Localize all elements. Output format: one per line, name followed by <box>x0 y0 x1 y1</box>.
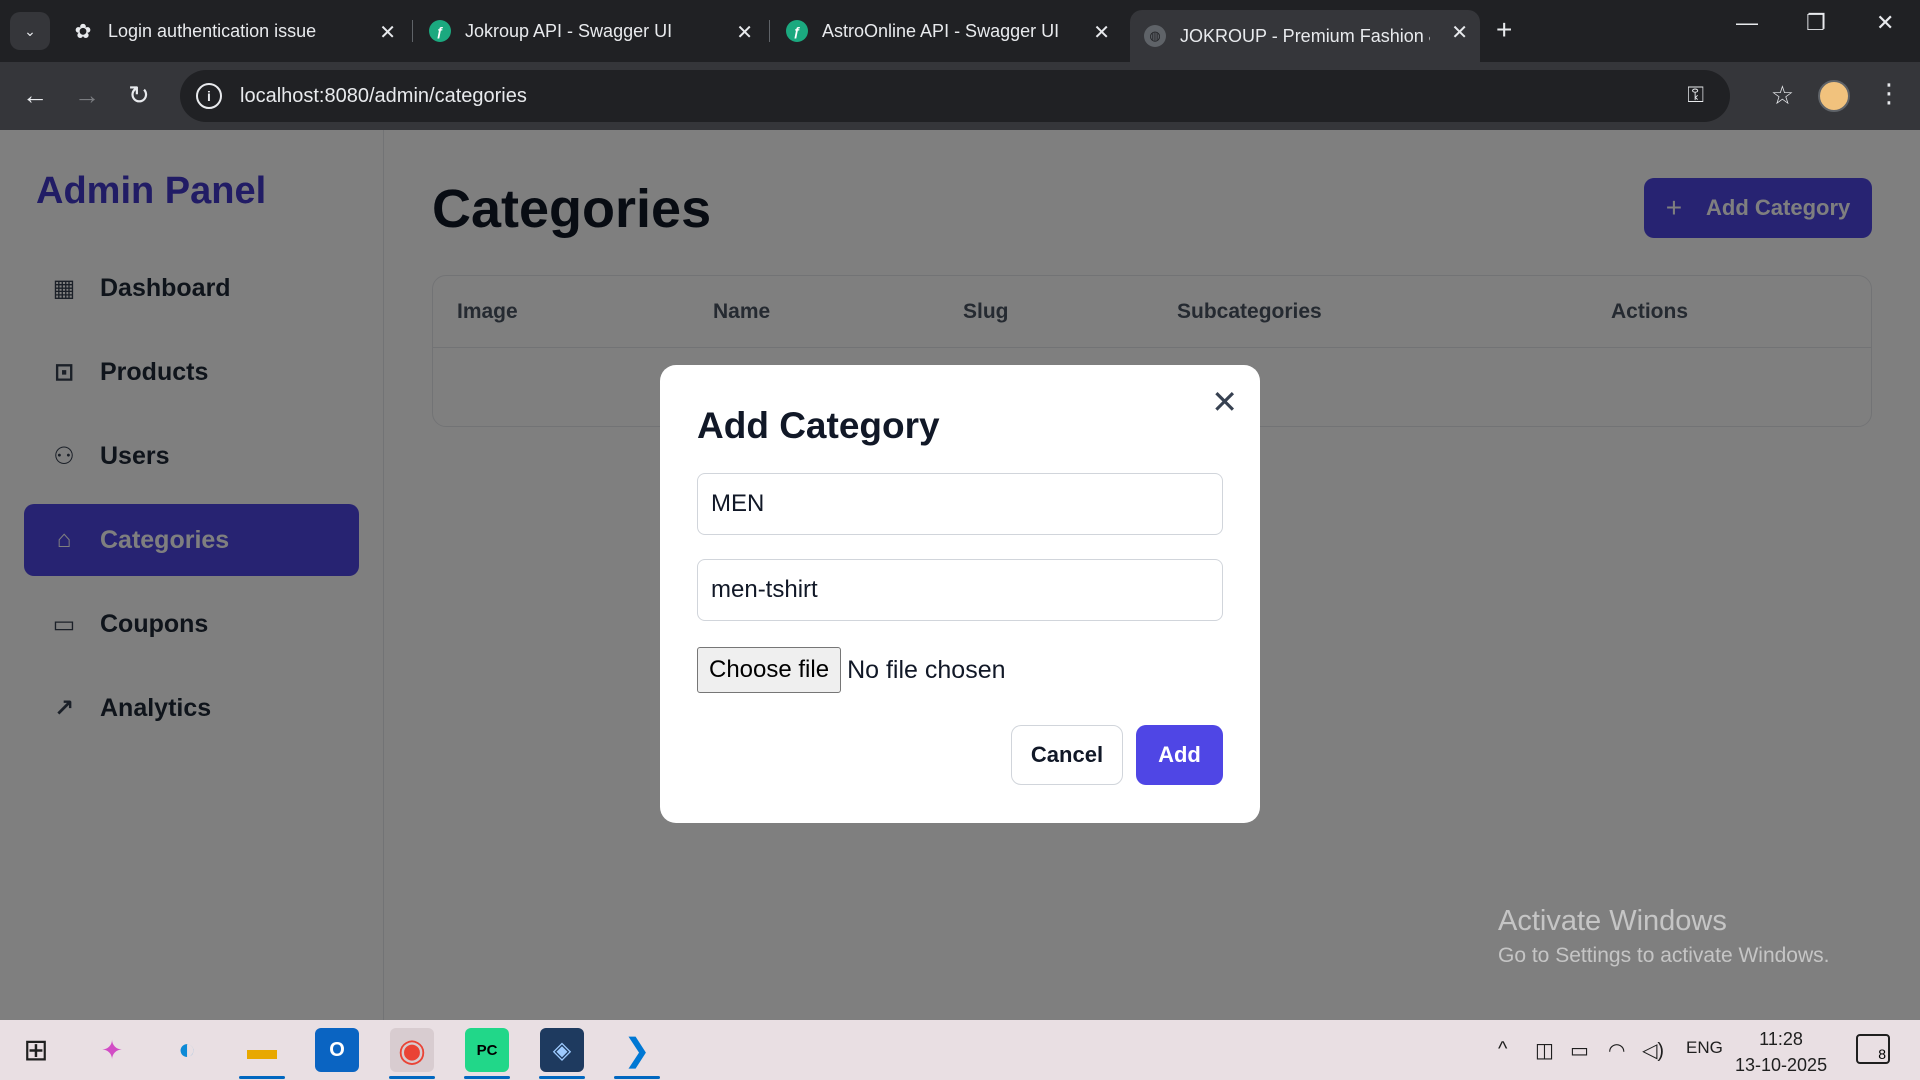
windows-start-icon[interactable]: ⊞ <box>14 1028 58 1072</box>
running-indicator <box>239 1076 285 1079</box>
outlook-icon[interactable]: O <box>315 1028 359 1072</box>
browser-tab-active[interactable]: ◍ JOKROUP - Premium Fashion & ✕ <box>1130 10 1480 62</box>
tab-separator <box>412 20 413 42</box>
language-indicator[interactable]: ENG <box>1686 1038 1723 1058</box>
dialog-title: Add Category <box>697 405 940 446</box>
browser-toolbar: ← → ↻ i localhost:8080/admin/categories … <box>0 62 1920 130</box>
browser-tab-strip: ⌄ ✿ Login authentication issue ✕ ƒ Jokro… <box>0 0 1920 62</box>
bookmark-star-icon[interactable]: ☆ <box>1771 80 1794 111</box>
windows-taskbar: ⊞ ✦ ◐ ▬ O ◉ PC ◈ ❯ ^ ◫ ▭ ◠ ◁) ENG 11:28 … <box>0 1020 1920 1080</box>
url-text[interactable]: localhost:8080/admin/categories <box>240 85 527 108</box>
mysql-workbench-icon[interactable]: ◈ <box>540 1028 584 1072</box>
browser-tab[interactable]: ƒ AstroOnline API - Swagger UI ✕ <box>772 10 1122 52</box>
notification-icon[interactable]: 8 <box>1856 1034 1890 1064</box>
minimize-icon[interactable]: — <box>1736 10 1758 36</box>
battery-icon[interactable]: ▭ <box>1570 1038 1589 1063</box>
add-category-dialog: Add Category ✕ MEN men-tshirt Choose fil… <box>660 365 1260 823</box>
close-window-icon[interactable]: ✕ <box>1876 10 1894 36</box>
running-indicator <box>539 1076 585 1079</box>
close-tab-icon[interactable]: ✕ <box>736 20 753 45</box>
site-info-icon[interactable]: i <box>196 83 222 109</box>
category-name-input[interactable]: MEN <box>697 473 1223 535</box>
swagger-icon: ƒ <box>786 20 808 42</box>
swagger-icon: ƒ <box>429 20 451 42</box>
clock[interactable]: 11:28 13-10-2025 <box>1735 1026 1827 1078</box>
choose-file-button[interactable]: Choose file <box>697 647 842 693</box>
category-slug-input[interactable]: men-tshirt <box>697 559 1223 621</box>
file-status: No file chosen <box>847 655 1006 684</box>
close-tab-icon[interactable]: ✕ <box>1451 20 1468 45</box>
activate-windows-watermark: Activate Windows Go to Settings to activ… <box>1498 905 1830 967</box>
forward-icon[interactable]: → <box>74 80 100 111</box>
browser-tab[interactable]: ƒ Jokroup API - Swagger UI ✕ <box>415 10 765 52</box>
restore-icon[interactable]: ❐ <box>1806 10 1826 36</box>
browser-tab[interactable]: ✿ Login authentication issue ✕ <box>58 10 408 52</box>
file-explorer-icon[interactable]: ▬ <box>240 1028 284 1072</box>
globe-icon: ◍ <box>1144 25 1166 47</box>
chevron-up-icon[interactable]: ^ <box>1498 1038 1507 1061</box>
volume-icon[interactable]: ◁) <box>1642 1038 1664 1063</box>
close-tab-icon[interactable]: ✕ <box>1093 20 1110 45</box>
vscode-icon[interactable]: ❯ <box>615 1028 659 1072</box>
edge-icon[interactable]: ◐ <box>165 1028 209 1072</box>
add-button[interactable]: Add <box>1136 725 1223 785</box>
pycharm-icon[interactable]: PC <box>465 1028 509 1072</box>
running-indicator <box>464 1076 510 1079</box>
new-tab-icon[interactable]: + <box>1496 14 1512 46</box>
running-indicator <box>389 1076 435 1079</box>
close-icon[interactable]: ✕ <box>1211 383 1238 421</box>
close-tab-icon[interactable]: ✕ <box>379 20 396 45</box>
tab-separator <box>769 20 770 42</box>
profile-avatar[interactable] <box>1818 80 1850 112</box>
wifi-icon[interactable]: ◠ <box>1608 1038 1625 1063</box>
password-key-icon[interactable]: ⚿ <box>1687 82 1704 108</box>
back-icon[interactable]: ← <box>22 80 48 111</box>
running-indicator <box>614 1076 660 1079</box>
cancel-button[interactable]: Cancel <box>1011 725 1123 785</box>
copilot-icon[interactable]: ✦ <box>90 1028 134 1072</box>
address-bar[interactable]: i localhost:8080/admin/categories ⚿ ☆ <box>180 70 1794 122</box>
chrome-icon[interactable]: ◉ <box>390 1028 434 1072</box>
meet-icon[interactable]: ◫ <box>1535 1038 1554 1063</box>
openai-icon: ✿ <box>74 20 92 43</box>
more-menu-icon[interactable]: ⋮ <box>1876 78 1902 109</box>
file-input: Choose file No file chosen <box>697 647 1006 693</box>
reload-icon[interactable]: ↻ <box>128 80 150 111</box>
tab-search-button[interactable]: ⌄ <box>10 12 50 50</box>
